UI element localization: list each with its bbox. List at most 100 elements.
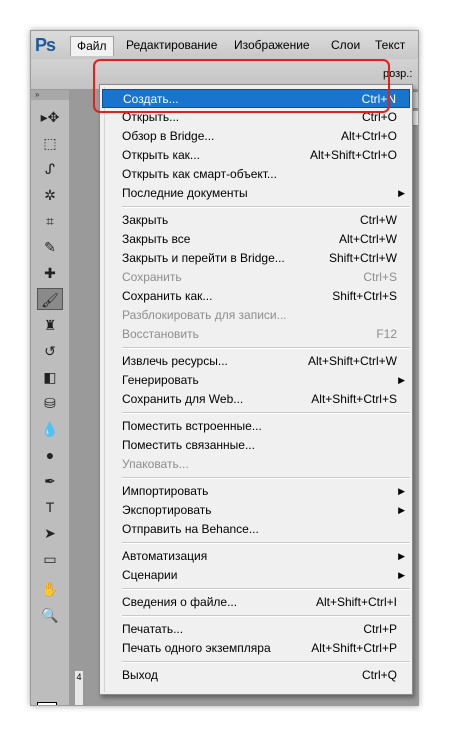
submenu-arrow-icon: ▶ bbox=[398, 486, 405, 496]
menu-item-label: Восстановить bbox=[122, 327, 199, 341]
menu-item-label: Разблокировать для записи... bbox=[122, 308, 287, 322]
menu-item-label: Последние документы bbox=[122, 186, 248, 200]
menu-item-4[interactable]: Открыть как смарт-объект... bbox=[102, 165, 410, 184]
menu-item-15[interactable]: Извлечь ресурсы... Alt+Shift+Ctrl+W bbox=[102, 352, 410, 371]
menu-item-shortcut: Ctrl+S bbox=[363, 270, 397, 284]
menu-separator bbox=[122, 661, 410, 663]
menu-item-label: Извлечь ресурсы... bbox=[122, 354, 228, 368]
menu-item-35[interactable]: Выход Ctrl+Q bbox=[102, 666, 410, 685]
menu-separator bbox=[122, 477, 410, 479]
menu-image[interactable]: Изображение bbox=[228, 36, 316, 55]
dodge-tool-icon[interactable]: ● bbox=[37, 444, 63, 466]
menu-item-shortcut: Alt+Shift+Ctrl+O bbox=[309, 148, 397, 162]
menu-item-8[interactable]: Закрыть все Alt+Ctrl+W bbox=[102, 230, 410, 249]
menu-item-label: Печать одного экземпляра bbox=[122, 641, 271, 655]
menu-item-shortcut: Shift+Ctrl+W bbox=[328, 251, 397, 265]
brush-tool-icon[interactable]: 🖌 bbox=[37, 288, 63, 310]
menu-item-label: Сохранить bbox=[122, 270, 182, 284]
pen-tool-icon[interactable]: ✒ bbox=[37, 470, 63, 492]
menu-separator bbox=[122, 588, 410, 590]
history-brush-tool-icon[interactable]: ↺ bbox=[37, 340, 63, 362]
menu-item-17[interactable]: Сохранить для Web... Alt+Shift+Ctrl+S bbox=[102, 390, 410, 409]
menu-item-7[interactable]: Закрыть Ctrl+W bbox=[102, 211, 410, 230]
menu-item-shortcut: Alt+Shift+Ctrl+S bbox=[311, 392, 397, 406]
marquee-tool-icon[interactable]: ⬚ bbox=[37, 132, 63, 154]
lasso-tool-icon[interactable]: ᔑ bbox=[37, 158, 63, 180]
menu-separator bbox=[122, 412, 410, 414]
menu-item-10: Сохранить Ctrl+S bbox=[102, 268, 410, 287]
menu-item-shortcut: Alt+Shift+Ctrl+W bbox=[307, 354, 397, 368]
submenu-arrow-icon: ▶ bbox=[398, 551, 405, 561]
menu-item-19[interactable]: Поместить встроенные... bbox=[102, 417, 410, 436]
menu-item-label: Сохранить как... bbox=[122, 289, 213, 303]
menu-item-33[interactable]: Печать одного экземпляра Alt+Shift+Ctrl+P bbox=[102, 639, 410, 658]
menu-item-label: Отправить на Behance... bbox=[122, 522, 259, 536]
menu-item-shortcut: Ctrl+W bbox=[360, 213, 397, 227]
menu-item-20[interactable]: Поместить связанные... bbox=[102, 436, 410, 455]
hand-tool-icon[interactable]: ✋ bbox=[37, 578, 63, 600]
menu-item-shortcut: Alt+Shift+Ctrl+I bbox=[315, 595, 397, 609]
menu-file[interactable]: Файл bbox=[70, 36, 114, 56]
submenu-arrow-icon: ▶ bbox=[398, 570, 405, 580]
menu-item-shortcut: F12 bbox=[376, 327, 397, 341]
submenu-arrow-icon: ▶ bbox=[398, 505, 405, 515]
menu-item-16[interactable]: Генерировать ▶ bbox=[102, 371, 410, 390]
menu-item-label: Экспортировать bbox=[122, 503, 212, 517]
file-menu-dropdown: Создать... Ctrl+N Открыть... Ctrl+O Обзор в … bbox=[99, 84, 413, 695]
menu-item-label: Поместить связанные... bbox=[122, 438, 255, 452]
clone-stamp-tool-icon[interactable]: ♜ bbox=[37, 314, 63, 336]
menu-item-label: Создать... bbox=[123, 92, 179, 106]
magic-wand-tool-icon[interactable]: ✲ bbox=[37, 184, 63, 206]
menu-layers[interactable]: Слои bbox=[325, 36, 366, 55]
menu-item-label: Открыть как... bbox=[122, 148, 200, 162]
move-tool-icon[interactable]: ▸✥ bbox=[37, 106, 63, 128]
menu-item-1[interactable]: Открыть... Ctrl+O bbox=[102, 108, 410, 127]
menu-item-shortcut: Ctrl+N bbox=[361, 92, 396, 106]
menu-item-30[interactable]: Сведения о файле... Alt+Shift+Ctrl+I bbox=[102, 593, 410, 612]
menu-item-23[interactable]: Импортировать ▶ bbox=[102, 482, 410, 501]
paint-bucket-tool-icon[interactable]: ⛁ bbox=[37, 392, 63, 414]
submenu-arrow-icon: ▶ bbox=[398, 188, 405, 198]
crop-tool-icon[interactable]: ⌗ bbox=[37, 210, 63, 232]
menu-edit[interactable]: Редактирование bbox=[120, 36, 223, 55]
menu-item-label: Импортировать bbox=[122, 484, 209, 498]
toolbox: » ▸✥ ⬚ ᔑ ✲ ⌗ ✎ ✚ 🖌 ♜ ↺ ◧ ⛁ 💧 ● ✒ T ➤ ▭ ✋ 🔍 bbox=[31, 90, 70, 705]
shape-tool-icon[interactable]: ▭ bbox=[37, 548, 63, 570]
foreground-color-swatch[interactable] bbox=[37, 702, 57, 705]
vertical-ruler: 4 bbox=[75, 671, 83, 705]
eyedropper-tool-icon[interactable]: ✎ bbox=[37, 236, 63, 258]
photoshop-window: Ps Файл Редактирование Изображение Слои … bbox=[30, 30, 419, 706]
type-tool-icon[interactable]: T bbox=[37, 496, 63, 518]
menu-item-11[interactable]: Сохранить как... Shift+Ctrl+S bbox=[102, 287, 410, 306]
menu-item-32[interactable]: Печатать... Ctrl+P bbox=[102, 620, 410, 639]
menu-type[interactable]: Текст bbox=[369, 36, 411, 55]
menu-item-label: Сведения о файле... bbox=[122, 595, 238, 609]
menu-item-25[interactable]: Отправить на Behance... bbox=[102, 520, 410, 539]
menu-item-shortcut: Ctrl+O bbox=[361, 110, 397, 124]
zoom-tool-icon[interactable]: 🔍 bbox=[37, 604, 63, 626]
menu-separator bbox=[122, 347, 410, 349]
toolbox-collapse-grip[interactable]: » bbox=[31, 90, 69, 100]
menu-item-28[interactable]: Сценарии ▶ bbox=[102, 566, 410, 585]
menu-item-2[interactable]: Обзор в Bridge... Alt+Ctrl+O bbox=[102, 127, 410, 146]
menu-item-label: Открыть как смарт-объект... bbox=[122, 167, 277, 181]
menu-item-24[interactable]: Экспортировать ▶ bbox=[102, 501, 410, 520]
menu-item-label: Открыть... bbox=[122, 110, 180, 124]
eraser-tool-icon[interactable]: ◧ bbox=[37, 366, 63, 388]
menu-item-label: Поместить встроенные... bbox=[122, 419, 262, 433]
menu-item-label: Закрыть и перейти в Bridge... bbox=[122, 251, 285, 265]
healing-brush-tool-icon[interactable]: ✚ bbox=[37, 262, 63, 284]
menu-item-27[interactable]: Автоматизация ▶ bbox=[102, 547, 410, 566]
menu-item-3[interactable]: Открыть как... Alt+Shift+Ctrl+O bbox=[102, 146, 410, 165]
options-readout: розр.: bbox=[383, 68, 413, 80]
menu-item-9[interactable]: Закрыть и перейти в Bridge... Shift+Ctrl+… bbox=[102, 249, 410, 268]
menu-item-5[interactable]: Последние документы ▶ bbox=[102, 184, 410, 203]
photoshop-logo: Ps bbox=[35, 35, 56, 55]
menu-item-label: Сохранить для Web... bbox=[122, 392, 244, 406]
menu-item-0[interactable]: Создать... Ctrl+N bbox=[102, 89, 410, 108]
menu-separator bbox=[122, 615, 410, 617]
menu-item-shortcut: Alt+Ctrl+W bbox=[338, 232, 397, 246]
path-selection-tool-icon[interactable]: ➤ bbox=[37, 522, 63, 544]
menu-item-shortcut: Ctrl+P bbox=[363, 622, 397, 636]
blur-tool-icon[interactable]: 💧 bbox=[37, 418, 63, 440]
